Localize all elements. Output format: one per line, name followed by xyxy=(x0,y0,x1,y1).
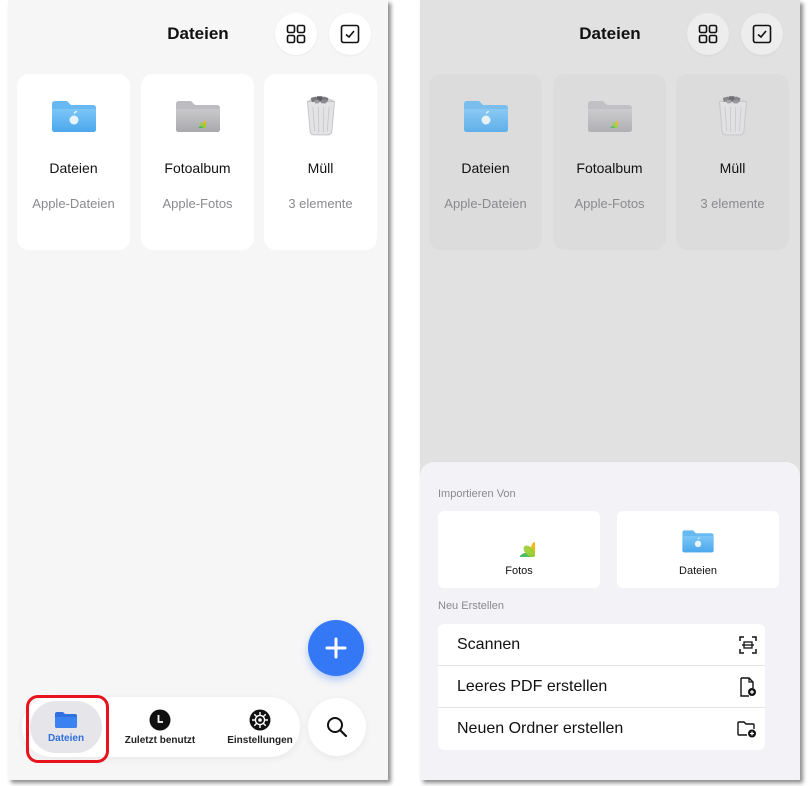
new-document-icon xyxy=(740,676,756,697)
tab-label: Zuletzt benutzt xyxy=(124,734,196,746)
action-label: Neuen Ordner erstellen xyxy=(457,720,624,737)
tab-settings[interactable]: Einstellungen xyxy=(218,697,302,757)
gray-folder-photos-icon xyxy=(141,94,254,138)
card-title: Müll xyxy=(307,160,334,176)
card-subtitle: 3 elemente xyxy=(288,196,353,211)
action-label: Scannen xyxy=(457,635,521,653)
import-option-label: Dateien xyxy=(679,565,717,577)
photos-app-icon xyxy=(503,525,535,557)
select-button[interactable] xyxy=(329,13,371,55)
tab-recent[interactable]: Zuletzt benutzt xyxy=(114,697,206,757)
create-blank-pdf-action[interactable]: Leeres PDF erstellen xyxy=(438,666,765,708)
add-button[interactable] xyxy=(308,620,364,676)
card-title: Fotoalbum xyxy=(164,160,231,176)
blue-folder-icon xyxy=(429,94,542,138)
scan-action[interactable]: Scannen xyxy=(438,624,765,666)
highlight-annotation xyxy=(26,695,109,763)
scan-icon xyxy=(739,635,757,654)
location-card-trash: Müll 3 elemente xyxy=(676,74,789,250)
trash-can-icon xyxy=(676,94,789,138)
card-subtitle: 3 elemente xyxy=(700,196,765,211)
create-new-folder-action[interactable]: Neuen Ordner erstellen xyxy=(438,708,765,750)
card-title: Müll xyxy=(719,160,746,176)
add-bottom-sheet: Importieren Von Fotos Dateien Neu Erstel… xyxy=(420,462,800,780)
grid-view-button[interactable] xyxy=(275,13,317,55)
location-card-files[interactable]: Dateien Apple-Dateien xyxy=(17,74,130,250)
card-title: Dateien xyxy=(461,160,510,176)
import-option-label: Fotos xyxy=(505,565,533,577)
gear-icon xyxy=(249,709,271,730)
create-section-heading: Neu Erstellen xyxy=(438,600,505,612)
blue-folder-icon xyxy=(681,525,715,557)
search-button[interactable] xyxy=(308,698,366,756)
plus-icon xyxy=(325,637,347,659)
location-card-trash[interactable]: Müll 3 elemente xyxy=(264,74,377,250)
files-screen-with-add-sheet: Dateien Dateien Apple-Dateien Fotoalbum … xyxy=(420,0,800,780)
tab-label: Einstellungen xyxy=(227,734,293,746)
search-icon xyxy=(327,717,348,738)
checkbox-icon xyxy=(340,24,360,44)
clock-icon xyxy=(149,709,171,730)
import-from-files-button[interactable]: Dateien xyxy=(617,511,779,588)
checkbox-icon xyxy=(752,24,772,44)
trash-can-icon xyxy=(264,94,377,138)
blue-folder-icon xyxy=(17,94,130,138)
card-subtitle: Apple-Fotos xyxy=(574,196,645,211)
card-subtitle: Apple-Dateien xyxy=(32,196,115,211)
import-from-photos-button[interactable]: Fotos xyxy=(438,511,600,588)
action-label: Leeres PDF erstellen xyxy=(457,677,608,695)
select-button xyxy=(741,13,783,55)
card-subtitle: Apple-Dateien xyxy=(444,196,527,211)
import-section-heading: Importieren Von xyxy=(438,488,516,500)
files-screen: Dateien Dateien Apple-Dateien Fotoalbum … xyxy=(8,0,388,780)
location-card-files: Dateien Apple-Dateien xyxy=(429,74,542,250)
create-actions-list: Scannen Leeres PDF erstellen Neuen Ordne… xyxy=(438,624,765,750)
location-card-photo-album: Fotoalbum Apple-Fotos xyxy=(553,74,666,250)
gray-folder-photos-icon xyxy=(553,94,666,138)
grid-view-icon xyxy=(698,24,718,44)
card-title: Dateien xyxy=(49,160,98,176)
location-card-photo-album[interactable]: Fotoalbum Apple-Fotos xyxy=(141,74,254,250)
grid-view-icon xyxy=(286,24,306,44)
new-folder-icon xyxy=(737,721,756,738)
card-title: Fotoalbum xyxy=(576,160,643,176)
card-subtitle: Apple-Fotos xyxy=(162,196,233,211)
grid-view-button xyxy=(687,13,729,55)
